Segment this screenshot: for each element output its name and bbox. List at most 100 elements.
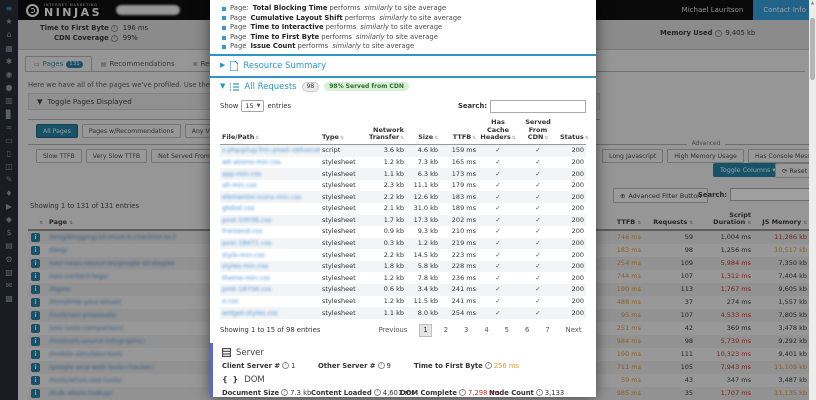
request-ttfb: 173 ms (451, 169, 476, 178)
check-icon (535, 285, 540, 293)
request-row: widget-styles.css stylesheet 1.1 kb 8.0 … (220, 307, 586, 319)
request-network-transfer: 1.1 kb (383, 308, 404, 317)
request-type: stylesheet (322, 215, 356, 224)
dom-stats: Document Size 7.3 kb Content Loaded 4,60… (222, 389, 596, 397)
stat-label: DOM Complete (400, 388, 457, 397)
column-header-ttfb[interactable]: TTFB (440, 117, 478, 145)
bullet-prefix: Page: (230, 4, 249, 12)
bullet-icon (222, 6, 226, 11)
page-size-select[interactable]: 15 ▼ (241, 100, 265, 113)
request-file-link[interactable]: widget-styles.css (222, 309, 278, 317)
scroll-up-arrow-icon[interactable]: ▲ (809, 0, 816, 7)
request-file-link[interactable]: all-min.css (222, 181, 257, 189)
pagination-button[interactable]: 7 (541, 324, 554, 337)
request-file-link[interactable]: post-18471.css (222, 239, 271, 247)
request-file-link[interactable]: post-18756.css (222, 285, 271, 293)
all-requests-header[interactable]: ▼ All Requests 98 98% Served from CDN (210, 78, 596, 96)
column-header-status[interactable]: Status (558, 117, 586, 145)
pagination-button[interactable]: Next (561, 324, 586, 337)
request-network-transfer: 1.1 kb (383, 169, 404, 178)
performance-bullet: Page Issue Count performs similarly to s… (222, 42, 584, 52)
request-row: style-min.css stylesheet 2.2 kb 14.5 kb … (220, 249, 586, 261)
help-icon[interactable] (377, 362, 385, 370)
request-row: s.php/plug-frm-yoast-obfuscated.js scrip… (220, 144, 586, 157)
help-icon[interactable] (458, 389, 466, 397)
request-file-link[interactable]: frontend.css (222, 227, 262, 235)
help-icon[interactable] (281, 389, 289, 397)
help-icon[interactable] (373, 389, 381, 397)
request-ttfb: 210 ms (451, 227, 476, 236)
request-file-link[interactable]: global.css (222, 204, 254, 212)
requests-search-input[interactable] (490, 99, 586, 113)
stat-label: Client Server # (222, 361, 281, 370)
request-size: 11.1 kb (413, 181, 438, 190)
vertical-scrollbar[interactable]: ▲ (809, 0, 816, 400)
bullet-icon (222, 35, 226, 40)
pagination-button[interactable]: Previous (374, 324, 412, 337)
request-row: e.css stylesheet 1.2 kb 11.5 kb 241 ms 2… (220, 296, 586, 308)
request-file-link[interactable]: elementor-icons-min.css (222, 193, 301, 201)
requests-table-header-row: File/Path Type Network Transfer Size TTF… (220, 117, 586, 145)
stat-value: 1 (291, 361, 296, 370)
stat-label: Document Size (222, 388, 280, 397)
all-requests-title: All Requests (244, 81, 297, 92)
request-row: post-10036.css stylesheet 1.7 kb 17.3 kb… (220, 214, 586, 227)
scrollbar-thumb[interactable] (810, 18, 815, 80)
stat-value: 3,133 (544, 388, 565, 397)
request-file-link[interactable]: style-min.css (222, 251, 265, 259)
request-row: theme-min.css stylesheet 1.2 kb 7.8 kb 2… (220, 272, 586, 284)
column-header-size[interactable]: Size (406, 117, 440, 145)
pagination-button[interactable]: 5 (500, 324, 513, 337)
request-status: 200 (571, 262, 584, 271)
check-icon (535, 239, 540, 247)
request-size: 9.3 kb (417, 227, 438, 236)
request-file-link[interactable]: app-min.css (222, 170, 261, 178)
bullet-icon (222, 16, 226, 21)
check-icon (535, 216, 540, 224)
help-icon[interactable] (484, 362, 492, 370)
server-stat: Time to First Byte 256 ms (414, 362, 519, 370)
pagination-button[interactable]: 4 (480, 324, 493, 337)
performance-bullet: Page: Total Blocking Time performs simil… (222, 4, 584, 14)
check-icon (495, 274, 500, 282)
check-icon (495, 170, 500, 178)
request-status: 200 (571, 204, 584, 213)
pagination-button[interactable]: 6 (521, 324, 534, 337)
pagination-button[interactable]: 2 (439, 324, 452, 337)
help-icon[interactable] (535, 389, 543, 397)
request-file-link[interactable]: wk-atoms-min.css (222, 158, 281, 166)
check-icon (495, 204, 500, 212)
dom-title-text: DOM (244, 374, 265, 385)
help-icon[interactable] (282, 362, 290, 370)
bullet-metric: Total Blocking Time (252, 4, 328, 12)
request-size: 1.2 kb (417, 239, 438, 248)
bullet-comparison: similarly (355, 32, 385, 41)
code-braces-icon: { } (222, 375, 240, 385)
request-file-link[interactable]: theme-min.css (222, 274, 270, 282)
request-ttfb: 202 ms (451, 215, 476, 224)
request-file-link[interactable]: styles-min.css (222, 262, 268, 270)
pagination: Previous 1 2 3 4 5 6 7 Next (374, 323, 586, 337)
dom-stat: Content Loaded 4,601 ms (311, 389, 415, 397)
column-header-type[interactable]: Type (320, 117, 362, 145)
resource-summary-header[interactable]: ▶ Resource Summary (210, 56, 596, 76)
request-file-link[interactable]: e.css (222, 297, 238, 305)
request-row: styles-min.css stylesheet 1.8 kb 5.8 kb … (220, 260, 586, 273)
stat-value: 7.3 kb (290, 388, 312, 397)
request-ttfb: 159 ms (451, 146, 476, 155)
request-file-link[interactable]: post-10036.css (222, 216, 271, 224)
bullet-suffix: to site average (390, 23, 443, 32)
request-type: stylesheet (322, 181, 356, 190)
column-header-network-transfer[interactable]: Network Transfer (362, 117, 406, 145)
check-icon (495, 146, 500, 154)
pagination-button[interactable]: 1 (418, 323, 433, 337)
request-file-link[interactable]: s.php/plug-frm-yoast-obfuscated.js (222, 146, 320, 154)
request-ttfb: 223 ms (451, 250, 476, 259)
column-header-served-from-cdn[interactable]: Served From CDN (518, 117, 558, 145)
request-network-transfer: 2.1 kb (383, 204, 404, 213)
check-icon (495, 251, 500, 259)
column-header-has-cache-headers[interactable]: Has Cache Headers (478, 117, 518, 145)
column-header-file-path[interactable]: File/Path (220, 117, 320, 145)
pagination-button[interactable]: 3 (460, 324, 473, 337)
request-ttfb: 165 ms (451, 157, 476, 166)
